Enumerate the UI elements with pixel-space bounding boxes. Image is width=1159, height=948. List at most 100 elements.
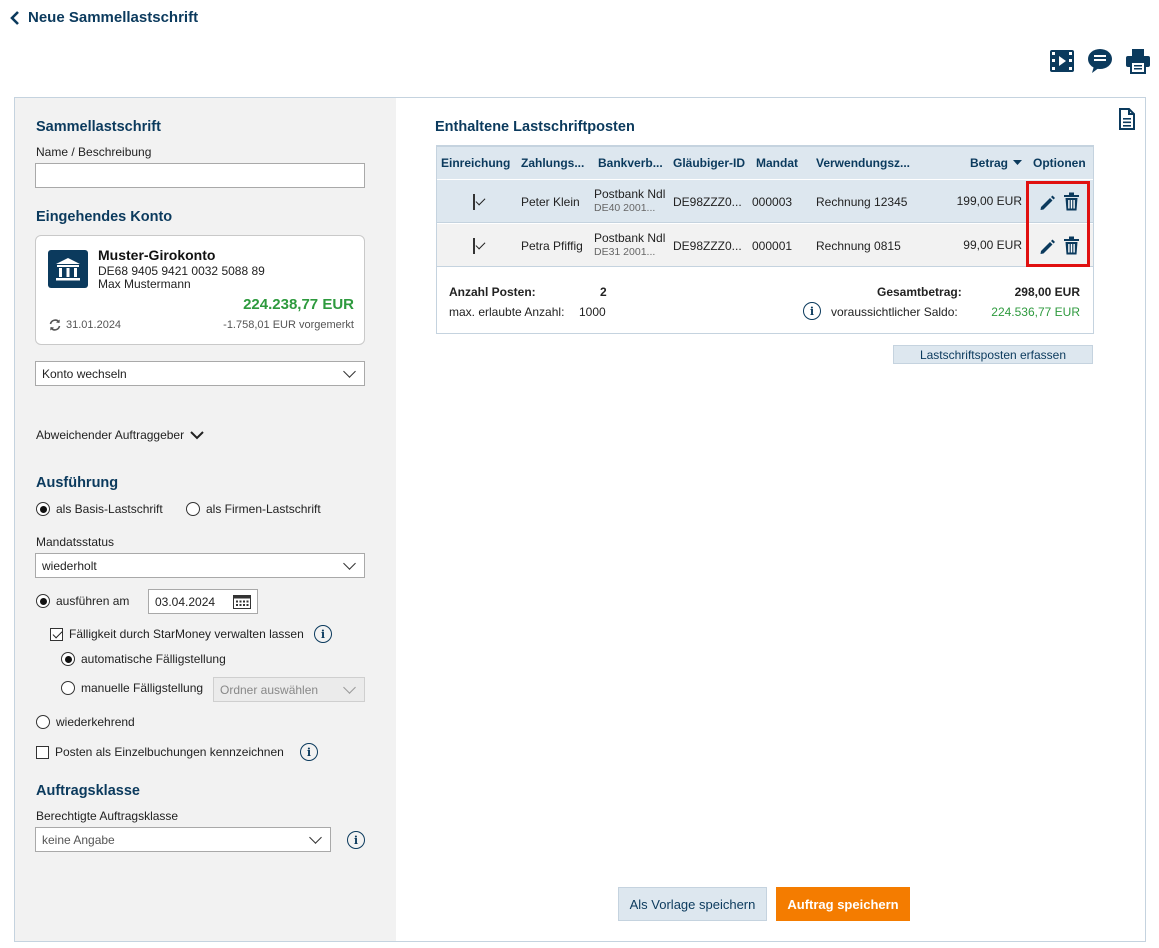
- col-glaeubiger-id[interactable]: Gläubiger-ID: [673, 156, 745, 170]
- account-card[interactable]: Muster-Girokonto DE68 9405 9421 0032 508…: [35, 235, 365, 345]
- section-title-konto: Eingehendes Konto: [36, 209, 173, 225]
- row-name: Peter Klein: [521, 195, 580, 209]
- mandate-select[interactable]: wiederholt: [35, 553, 365, 578]
- radio-recurring[interactable]: wiederkehrend: [36, 715, 135, 729]
- chevron-down-icon: [343, 556, 356, 570]
- row-checkbox[interactable]: [473, 238, 475, 254]
- trash-icon[interactable]: [1063, 192, 1080, 211]
- save-template-button[interactable]: Als Vorlage speichern: [618, 887, 767, 921]
- due-manage-checkbox[interactable]: Fälligkeit durch StarMoney verwalten las…: [50, 627, 304, 641]
- add-item-button[interactable]: Lastschriftsposten erfassen: [893, 345, 1093, 364]
- row-creditor-id: DE98ZZZ0...: [673, 239, 742, 253]
- row-checkbox[interactable]: [473, 194, 475, 210]
- table-row[interactable]: Petra Pfiffig Postbank Ndl DE31 2001... …: [437, 224, 1093, 267]
- saldo-label: voraussichtlicher Saldo:: [831, 305, 958, 319]
- left-panel: Sammellastschrift Name / Beschreibung Ei…: [15, 98, 396, 941]
- saldo-value: 224.536,77 EUR: [991, 305, 1080, 319]
- main-frame: Sammellastschrift Name / Beschreibung Ei…: [14, 97, 1146, 942]
- row-bank: Postbank Ndl: [594, 187, 666, 201]
- row-mandate: 000003: [752, 195, 793, 209]
- folder-select[interactable]: Ordner auswählen: [213, 677, 365, 702]
- document-icon[interactable]: [1117, 108, 1137, 130]
- different-orderer-toggle[interactable]: Abweichender Auftraggeber: [36, 428, 204, 442]
- class-select[interactable]: keine Angabe: [35, 827, 331, 852]
- count-label: Anzahl Posten:: [449, 285, 536, 299]
- single-booking-checkbox[interactable]: Posten als Einzelbuchungen kennzeichnen: [36, 745, 284, 759]
- edit-icon[interactable]: [1038, 238, 1056, 256]
- account-holder: Max Mustermann: [98, 277, 191, 291]
- manual-due-label: manuelle Fälligstellung: [81, 681, 204, 695]
- row-amount: 199,00 EUR: [956, 194, 1022, 208]
- radio-execute-on[interactable]: ausführen am: [36, 594, 129, 608]
- row-bank-iban: DE31 2001...: [594, 246, 656, 258]
- info-icon[interactable]: i: [347, 831, 365, 849]
- radio-basis[interactable]: als Basis-Lastschrift: [36, 502, 163, 516]
- count-value: 2: [600, 285, 607, 299]
- col-bankverbindung[interactable]: Bankverb...: [598, 156, 663, 170]
- save-order-button[interactable]: Auftrag speichern: [776, 887, 910, 921]
- name-label: Name / Beschreibung: [36, 145, 152, 159]
- radio-manual-due[interactable]: manuelle Fälligstellung: [61, 681, 203, 695]
- execute-date-input[interactable]: 03.04.2024: [148, 589, 258, 614]
- chevron-down-icon: [343, 364, 356, 378]
- edit-icon[interactable]: [1038, 194, 1056, 212]
- radio-basis-label: als Basis-Lastschrift: [56, 502, 163, 516]
- video-icon[interactable]: [1049, 48, 1075, 74]
- due-manage-label: Fälligkeit durch StarMoney verwalten las…: [69, 627, 304, 641]
- single-booking-indicator: [36, 745, 49, 759]
- calendar-icon[interactable]: [233, 594, 251, 609]
- row-purpose: Rechnung 0815: [816, 239, 901, 253]
- single-booking-label: Posten als Einzelbuchungen kennzeichnen: [55, 745, 284, 759]
- right-panel: Enthaltene Lastschriftposten Einreichung…: [396, 98, 1115, 941]
- radio-firmen-indicator: [186, 502, 200, 516]
- chat-icon[interactable]: [1087, 48, 1113, 74]
- radio-firmen-label: als Firmen-Lastschrift: [206, 502, 321, 516]
- radio-firmen[interactable]: als Firmen-Lastschrift: [186, 502, 321, 516]
- info-icon[interactable]: i: [803, 302, 821, 320]
- execute-on-label: ausführen am: [56, 594, 130, 608]
- execute-date-value: 03.04.2024: [155, 594, 216, 609]
- col-betrag[interactable]: Betrag: [970, 156, 1023, 170]
- mandate-label: Mandatsstatus: [36, 535, 115, 549]
- radio-auto-due[interactable]: automatische Fälligstellung: [61, 652, 226, 666]
- max-value: 1000: [579, 305, 606, 319]
- class-value: keine Angabe: [42, 832, 115, 847]
- col-zahlungspflichtiger[interactable]: Zahlungs...: [521, 156, 584, 170]
- info-icon[interactable]: i: [314, 625, 332, 643]
- col-mandat[interactable]: Mandat: [756, 156, 798, 170]
- row-mandate: 000001: [752, 239, 793, 253]
- radio-recurring-indicator: [36, 715, 50, 729]
- folder-select-value: Ordner auswählen: [220, 682, 319, 697]
- section-title-sammellastschrift: Sammellastschrift: [36, 119, 161, 135]
- section-title-ausfuehrung: Ausführung: [36, 475, 119, 491]
- section-title-auftragsklasse: Auftragsklasse: [36, 783, 140, 799]
- account-iban: DE68 9405 9421 0032 5088 89: [98, 264, 265, 278]
- total-value: 298,00 EUR: [1014, 285, 1080, 299]
- page-title: Neue Sammellastschrift: [28, 9, 199, 26]
- recurring-label: wiederkehrend: [56, 715, 135, 729]
- refresh-icon[interactable]: [48, 318, 62, 332]
- col-betrag-label: Betrag: [970, 156, 1009, 170]
- row-purpose: Rechnung 12345: [816, 195, 908, 209]
- info-icon[interactable]: i: [300, 743, 318, 761]
- print-icon[interactable]: [1125, 48, 1151, 74]
- trash-icon[interactable]: [1063, 236, 1080, 255]
- account-name: Muster-Girokonto: [98, 247, 216, 263]
- mandate-value: wiederholt: [42, 558, 97, 573]
- col-verwendungszweck[interactable]: Verwendungsz...: [816, 156, 910, 170]
- row-bank: Postbank Ndl: [594, 231, 666, 245]
- chevron-down-icon: [343, 680, 356, 694]
- back-button[interactable]: Neue Sammellastschrift: [10, 9, 198, 26]
- table-row[interactable]: Peter Klein Postbank Ndl DE40 2001... DE…: [437, 180, 1093, 223]
- account-reserved: -1.758,01 EUR vorgemerkt: [223, 319, 354, 331]
- col-optionen: Optionen: [1033, 156, 1086, 170]
- chevron-left-icon: [10, 10, 19, 25]
- switch-account-select[interactable]: Konto wechseln: [35, 361, 365, 386]
- name-input[interactable]: [35, 163, 365, 188]
- radio-basis-indicator: [36, 502, 50, 516]
- account-balance: 224.238,77 EUR: [243, 296, 354, 313]
- radio-manual-due-indicator: [61, 681, 75, 695]
- col-einreichung[interactable]: Einreichung: [441, 156, 510, 170]
- chevron-down-icon: [190, 431, 204, 440]
- sort-desc-icon: [1013, 160, 1023, 165]
